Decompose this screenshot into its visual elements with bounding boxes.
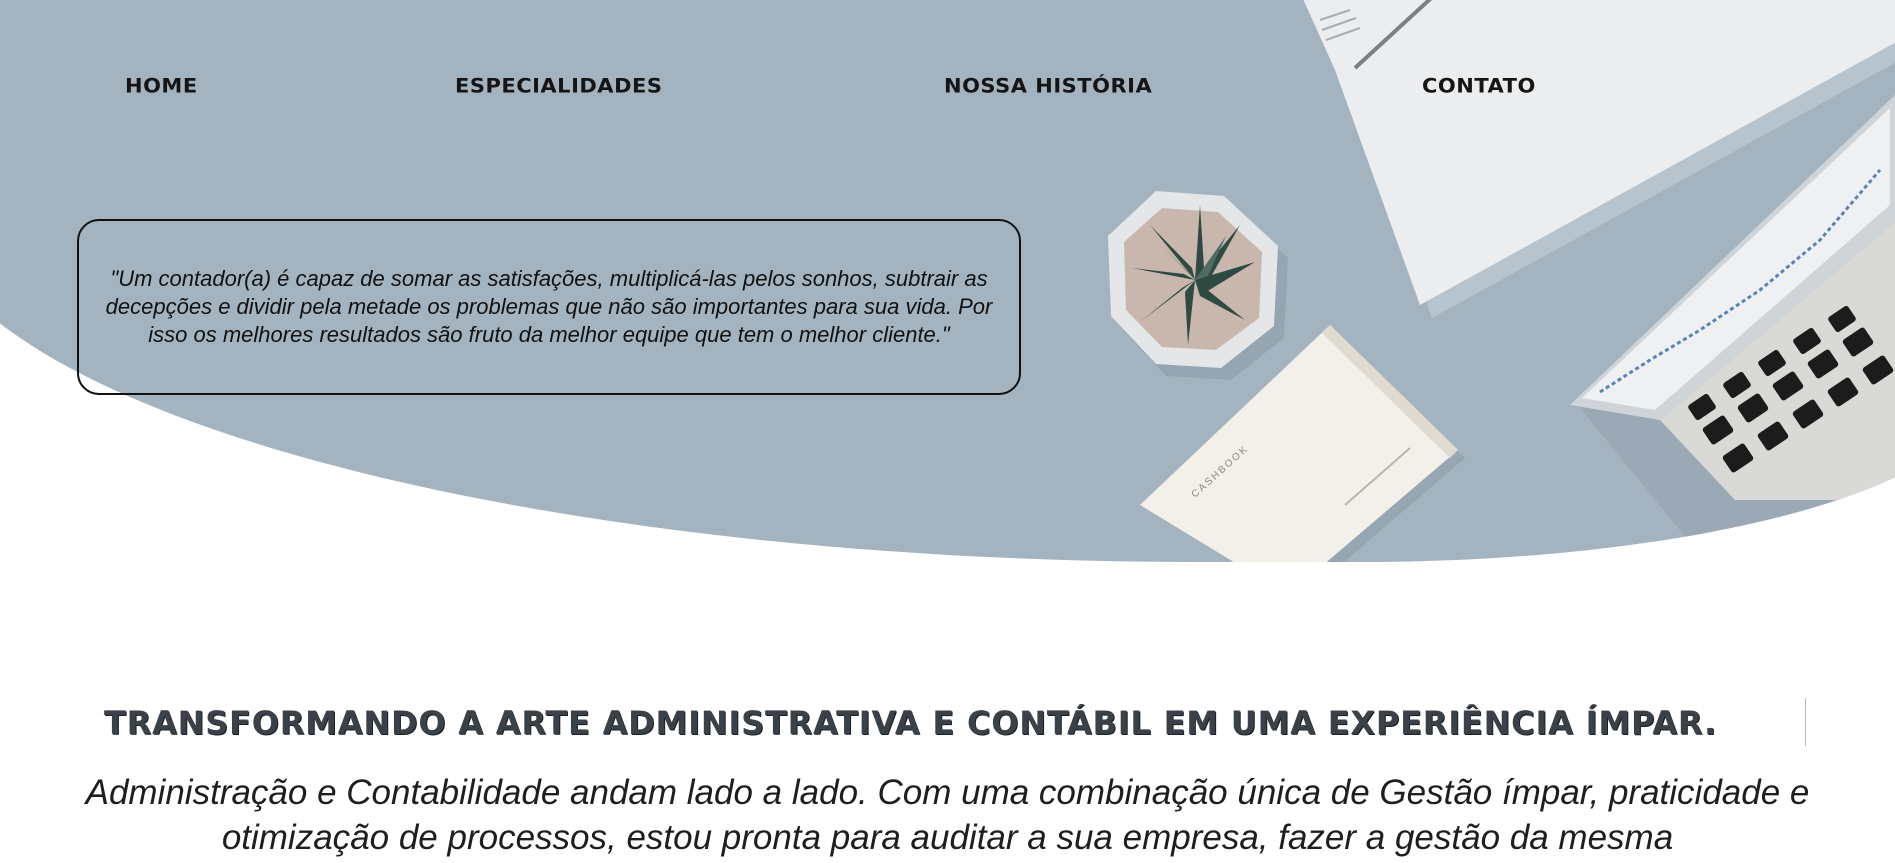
typing-cursor: [1805, 698, 1806, 746]
quote-text: "Um contador(a) é capaz de somar as sati…: [105, 266, 993, 347]
nav-link-especialidades[interactable]: ESPECIALIDADES: [455, 75, 662, 98]
main-headline: TRANSFORMANDO A ARTE ADMINISTRATIVA E CO…: [104, 704, 1717, 742]
nav-link-home[interactable]: HOME: [125, 75, 198, 98]
headline-container: TRANSFORMANDO A ARTE ADMINISTRATIVA E CO…: [104, 700, 1806, 746]
quote-box: "Um contador(a) é capaz de somar as sati…: [77, 219, 1021, 395]
page: CASHBOOK HOME ESPECIALIDADES NOSSA HISTÓ…: [0, 0, 1895, 863]
succulent-plant-image: [1108, 191, 1288, 380]
main-nav: HOME ESPECIALIDADES NOSSA HISTÓRIA CONTA…: [0, 74, 1895, 104]
nav-link-contato[interactable]: CONTATO: [1422, 75, 1536, 98]
nav-link-nossa-historia[interactable]: NOSSA HISTÓRIA: [944, 75, 1152, 98]
intro-paragraph: Administração e Contabilidade andam lado…: [85, 773, 1810, 857]
